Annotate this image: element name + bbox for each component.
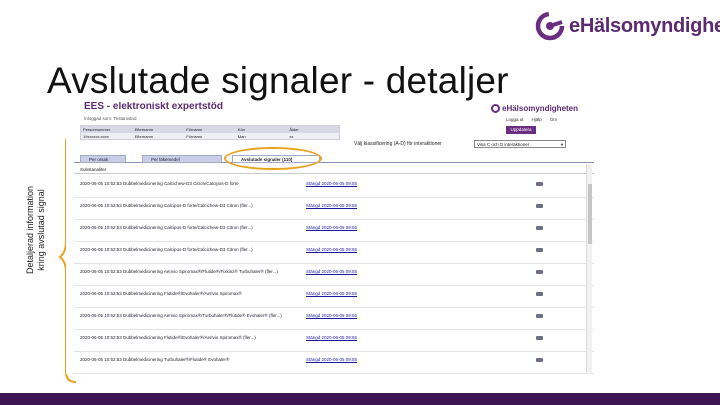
signal-status-link[interactable]: Stängd 2020-06-05 09:55 — [306, 313, 357, 319]
list-item[interactable]: 2020-06-05 10:52:53 Dubbelmedicinering F… — [74, 286, 594, 308]
side-label-line-1: Detaljerad information — [25, 185, 35, 275]
update-button[interactable]: Uppdatera — [506, 126, 536, 134]
signal-status-link[interactable]: Stängd 2020-06-05 09:55 — [306, 203, 357, 209]
patient-header-cell: Ålder — [289, 127, 299, 132]
help-link[interactable]: Hjälp — [532, 117, 542, 123]
chevron-down-icon: ▼ — [560, 142, 564, 147]
list-item[interactable]: 2020-06-05 10:52:53 Dubbelmedicinering A… — [74, 264, 594, 286]
details-icon[interactable] — [536, 248, 543, 252]
patient-header-cell: Personnummer — [83, 127, 111, 132]
list-item[interactable]: 2020-06-05 10:52:53 Dubbelmedicinering T… — [74, 352, 594, 374]
signal-status-link[interactable]: Stängd 2020-06-05 09:55 — [306, 335, 357, 341]
logout-link[interactable]: Logga ut — [506, 117, 524, 123]
highlight-ring — [224, 147, 322, 170]
app-logo-text: eHälsomyndigheten — [502, 103, 579, 113]
signal-description: 2020-06-05 10:52:53 Dubbelmedicinering A… — [80, 269, 278, 274]
list-item[interactable]: 2020-06-05 10:52:53 Dubbelmedicinering C… — [74, 220, 594, 242]
patient-value-cell: Man — [237, 134, 246, 139]
details-icon[interactable] — [536, 226, 543, 230]
logo-text: eHälsomyndigheten — [569, 14, 720, 37]
tab-per-lakemedel[interactable]: Per läkemedel — [142, 155, 222, 163]
filter-label: Välj klassificering (A-D) för interaktio… — [354, 141, 442, 147]
tab-bar: Per orsak Per läkemedel Avslutade signal… — [74, 154, 594, 163]
ehalsomyndigheten-logo: eHälsomyndigheten — [535, 10, 720, 42]
app-logo-icon — [491, 104, 500, 113]
list-item[interactable]: 2020-06-05 10:52:53 Dubbelmedicinering C… — [74, 176, 594, 198]
list-item[interactable]: 2020-06-05 10:52:53 Dubbelmedicinering F… — [74, 330, 594, 352]
about-link[interactable]: Om — [550, 117, 557, 123]
signal-status-link[interactable]: Stängd 2020-06-05 09:55 — [306, 269, 357, 275]
signal-status-link[interactable]: Stängd 2020-06-05 09:55 — [306, 225, 357, 231]
ees-screenshot: EES - elektroniskt expertstöd Inloggad s… — [66, 102, 596, 374]
patient-value-row: 19xxxxxx-xxxx Efternamn Förnamn Man xx — [81, 133, 339, 140]
classification-select-value: Visa C och D interaktioner — [477, 142, 530, 147]
tab-per-orsak[interactable]: Per orsak — [80, 155, 126, 163]
patient-info-table: Personnummer Efternamn Förnamn Kön Ålder… — [80, 125, 340, 140]
patient-header-cell: Förnamn — [186, 127, 203, 132]
side-label: Detaljerad information kring avslutad sig… — [18, 165, 54, 295]
signal-description: 2020-06-05 10:52:53 Dubbelmedicinering A… — [80, 313, 282, 318]
patient-header-row: Personnummer Efternamn Förnamn Kön Ålder — [81, 126, 339, 133]
app-subtitle: Inloggad som: Testanvänd — [84, 116, 137, 121]
ehalsomyndigheten-logo-icon — [535, 11, 565, 41]
scrollbar-thumb[interactable] — [588, 184, 592, 244]
app-logo: eHälsomyndigheten — [491, 104, 578, 113]
signal-status-link[interactable]: Stängd 2020-06-05 09:55 — [306, 357, 357, 363]
patient-value-cell: 19xxxxxx-xxxx — [83, 134, 109, 139]
signal-description: 2020-06-05 10:52:53 Dubbelmedicinering F… — [80, 291, 242, 296]
patient-value-cell: Efternamn — [134, 134, 154, 139]
list-item[interactable]: 2020-06-05 10:52:53 Dubbelmedicinering A… — [74, 308, 594, 330]
classification-select[interactable]: Visa C och D interaktioner ▼ — [474, 140, 566, 148]
signal-description: 2020-06-05 10:52:53 Dubbelmedicinering C… — [80, 247, 253, 252]
signal-description: 2020-06-05 10:52:53 Dubbelmedicinering C… — [80, 203, 253, 208]
list-item[interactable]: 2020-06-05 10:52:53 Dubbelmedicinering C… — [74, 242, 594, 264]
signal-description: 2020-06-05 10:52:53 Dubbelmedicinering T… — [80, 357, 230, 362]
signal-description: 2020-06-05 10:52:53 Dubbelmedicinering C… — [80, 181, 239, 186]
patient-header-cell: Kön — [237, 127, 245, 132]
details-icon[interactable] — [536, 314, 543, 318]
list-item[interactable]: 2020-06-05 10:52:53 Dubbelmedicinering C… — [74, 198, 594, 220]
details-icon[interactable] — [536, 358, 543, 362]
patient-value-cell: xx — [289, 134, 294, 139]
slide-title: Avslutade signaler - detaljer — [47, 60, 509, 101]
signal-description: 2020-06-05 10:52:53 Dubbelmedicinering C… — [80, 225, 253, 230]
signal-status-link[interactable]: Stängd 2020-06-05 09:55 — [306, 247, 357, 253]
scrollbar[interactable] — [586, 164, 592, 374]
side-label-line-2: kring avslutad signal — [36, 189, 46, 271]
patient-value-cell: Förnamn — [186, 134, 203, 139]
top-links: Logga ut Hjälp Om — [506, 117, 557, 123]
details-icon[interactable] — [536, 270, 543, 274]
signal-status-link[interactable]: Stängd 2020-06-05 09:55 — [306, 291, 357, 297]
footer-bar — [0, 393, 720, 405]
app-title: EES - elektroniskt expertstöd — [84, 102, 223, 112]
signal-status-link[interactable]: Stängd 2020-06-05 09:55 — [306, 181, 357, 187]
list-header: Substanaliter — [74, 166, 594, 174]
details-icon[interactable] — [536, 182, 543, 186]
signal-list: 2020-06-05 10:52:53 Dubbelmedicinering C… — [74, 176, 594, 374]
details-icon[interactable] — [536, 292, 543, 296]
signal-description: 2020-06-05 10:52:53 Dubbelmedicinering F… — [80, 335, 256, 340]
details-icon[interactable] — [536, 336, 543, 340]
side-label-text: Detaljerad information kring avslutad sig… — [25, 186, 47, 274]
details-icon[interactable] — [536, 204, 543, 208]
patient-header-cell: Efternamn — [134, 127, 154, 132]
